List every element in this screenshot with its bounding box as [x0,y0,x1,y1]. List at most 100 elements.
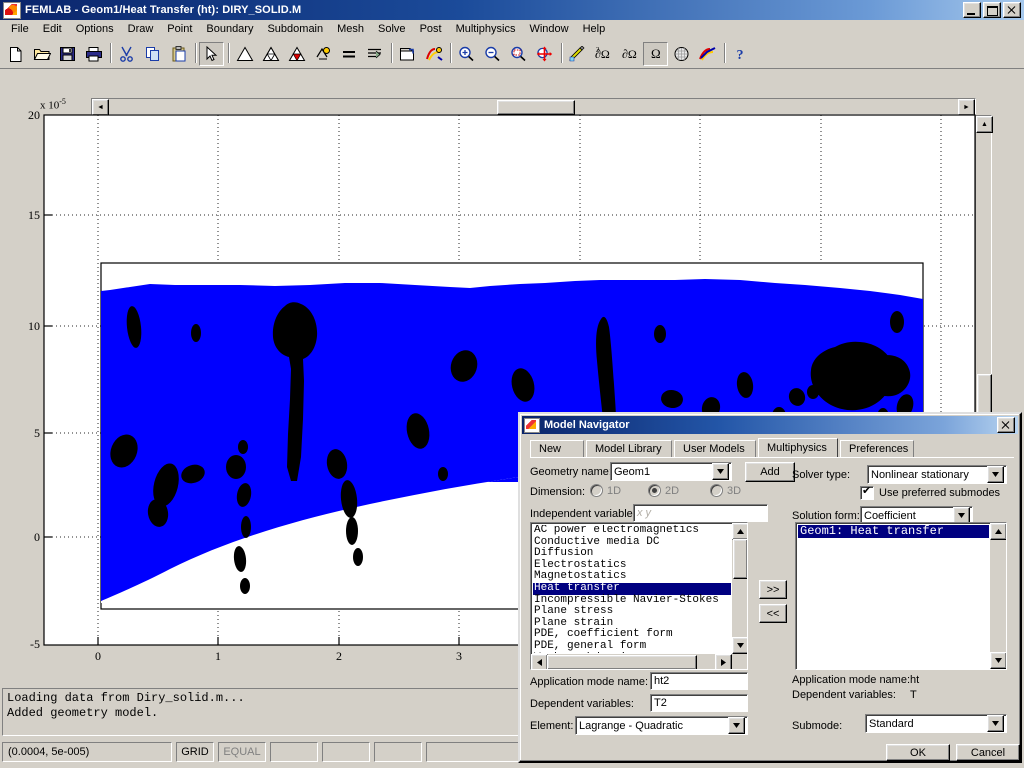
point-settings-icon[interactable]: ∂Ω 2 [591,42,616,66]
add-to-model-button[interactable]: >> [759,580,787,599]
zoom-window-icon[interactable] [506,42,531,66]
dependent-variables-input[interactable]: T2 [650,694,748,712]
menu-item-solve[interactable]: Solve [371,21,413,37]
remove-from-model-button[interactable]: << [759,604,787,623]
status-cell [426,742,531,762]
chevron-down-icon[interactable] [987,466,1004,483]
zoom-out-icon[interactable] [480,42,505,66]
menu-item-options[interactable]: Options [69,21,121,37]
added-modes-scroll-down-icon[interactable] [990,652,1006,669]
chevron-down-icon[interactable] [712,463,729,480]
menu-item-file[interactable]: File [4,21,36,37]
menu-item-boundary[interactable]: Boundary [199,21,260,37]
close-button[interactable] [1003,2,1021,18]
open-file-icon[interactable] [29,42,54,66]
paste-icon[interactable] [166,42,191,66]
element-combo[interactable]: Lagrange - Quadratic [575,716,748,735]
window-controls [963,2,1021,18]
use-preferred-submodes-checkbox[interactable]: Use preferred submodes [860,484,1001,500]
chevron-down-icon[interactable] [728,717,745,734]
menu-item-multiphysics[interactable]: Multiphysics [449,21,523,37]
tab-user-models[interactable]: User Models [674,440,756,457]
boundary-settings-icon[interactable]: ∂Ω [617,42,642,66]
initialize-mesh-icon[interactable] [232,42,257,66]
application-mode-name-input[interactable]: ht2 [650,672,748,690]
tab-model-library[interactable]: Model Library [586,440,672,457]
dimension-label: Dimension: [530,486,586,498]
menu-bar: File Edit Options Draw Point Boundary Su… [0,20,1024,38]
help-icon[interactable]: ? [728,42,753,66]
menu-item-subdomain[interactable]: Subdomain [260,21,330,37]
radio-dot-icon [590,484,603,497]
new-file-icon[interactable] [3,42,28,66]
menu-item-draw[interactable]: Draw [121,21,161,37]
status-grid-toggle[interactable]: GRID [176,742,214,762]
menu-item-mesh[interactable]: Mesh [330,21,371,37]
add-geometry-button[interactable]: Add [745,462,795,482]
solver-type-combo[interactable]: Nonlinear stationary [867,465,1007,484]
tab-new[interactable]: New [530,440,584,457]
modes-scroll-thumb[interactable] [733,539,747,579]
menu-item-help[interactable]: Help [576,21,613,37]
added-modes-vertical-scrollbar[interactable] [990,523,1006,669]
dimension-radio-2d[interactable]: 2D [648,484,679,497]
cancel-button[interactable]: Cancel [956,744,1020,761]
modes-scroll-down-icon[interactable] [732,637,747,654]
element-label: Element: [530,720,574,732]
cut-icon[interactable] [114,42,139,66]
minimize-button[interactable] [963,2,981,18]
independent-variables-input[interactable]: x y [633,504,768,522]
menu-item-window[interactable]: Window [522,21,575,37]
list-item[interactable]: PDE, general form [533,640,731,653]
edit-plot-icon[interactable] [565,42,590,66]
tab-multiphysics[interactable]: Multiphysics [758,438,838,457]
copy-icon[interactable] [140,42,165,66]
submode-combo[interactable]: Standard [865,714,1007,733]
toolbar-separator [721,43,728,65]
header-icon[interactable] [395,42,420,66]
menu-item-edit[interactable]: Edit [36,21,69,37]
mesh-mode-icon[interactable] [669,42,694,66]
list-item[interactable]: AC power electromagnetics [533,525,731,537]
status-cell [270,742,318,762]
print-icon[interactable] [81,42,106,66]
modes-hscroll-left-icon[interactable] [531,654,548,669]
modes-hscroll-thumb[interactable] [547,655,697,669]
restart-icon[interactable] [310,42,335,66]
refine-mesh-icon[interactable] [258,42,283,66]
list-item-selected[interactable]: Geom1: Heat transfer [798,525,989,538]
geometry-name-combo[interactable]: Geom1 [610,462,732,481]
dialog-close-button[interactable] [997,417,1015,433]
application-modes-listbox[interactable]: AC power electromagnetics Conductive med… [530,522,748,670]
menu-item-post[interactable]: Post [413,21,449,37]
chevron-down-icon[interactable] [987,715,1004,732]
plot-params-icon[interactable] [421,42,446,66]
toolbar-separator [447,43,454,65]
list-item-selected[interactable]: Heat transfer [533,582,731,595]
list-item[interactable]: Plane stress [533,606,731,618]
dimension-radio-3d[interactable]: 3D [710,484,741,497]
added-modes-listbox[interactable]: Geom1: Heat transfer [795,522,1007,670]
tab-preferences[interactable]: Preferences [840,440,914,457]
maximize-button[interactable] [983,2,1001,18]
save-icon[interactable] [55,42,80,66]
equal-icon[interactable] [336,42,361,66]
dimension-radio-1d[interactable]: 1D [590,484,621,497]
modes-vertical-scrollbar[interactable] [732,523,747,654]
subdomain-settings-icon[interactable]: Ω [643,42,668,66]
ok-button[interactable]: OK [886,744,950,761]
zoom-in-icon[interactable] [454,42,479,66]
dialog-title: Model Navigator [544,419,630,431]
zoom-extents-icon[interactable] [532,42,557,66]
modes-hscroll-right-icon[interactable] [715,654,732,669]
post-mode-icon[interactable] [695,42,720,66]
modes-scroll-up-icon[interactable] [732,523,747,540]
use-preferred-submodes-label: Use preferred submodes [879,487,1001,499]
pointer-arrow-icon[interactable] [199,42,224,66]
solve-mesh-icon[interactable] [284,42,309,66]
menu-item-point[interactable]: Point [160,21,199,37]
status-equal-toggle[interactable]: EQUAL [218,742,266,762]
added-modes-scroll-up-icon[interactable] [990,523,1006,540]
modes-horizontal-scrollbar[interactable] [531,654,732,669]
solve-stack-icon[interactable] [362,42,387,66]
